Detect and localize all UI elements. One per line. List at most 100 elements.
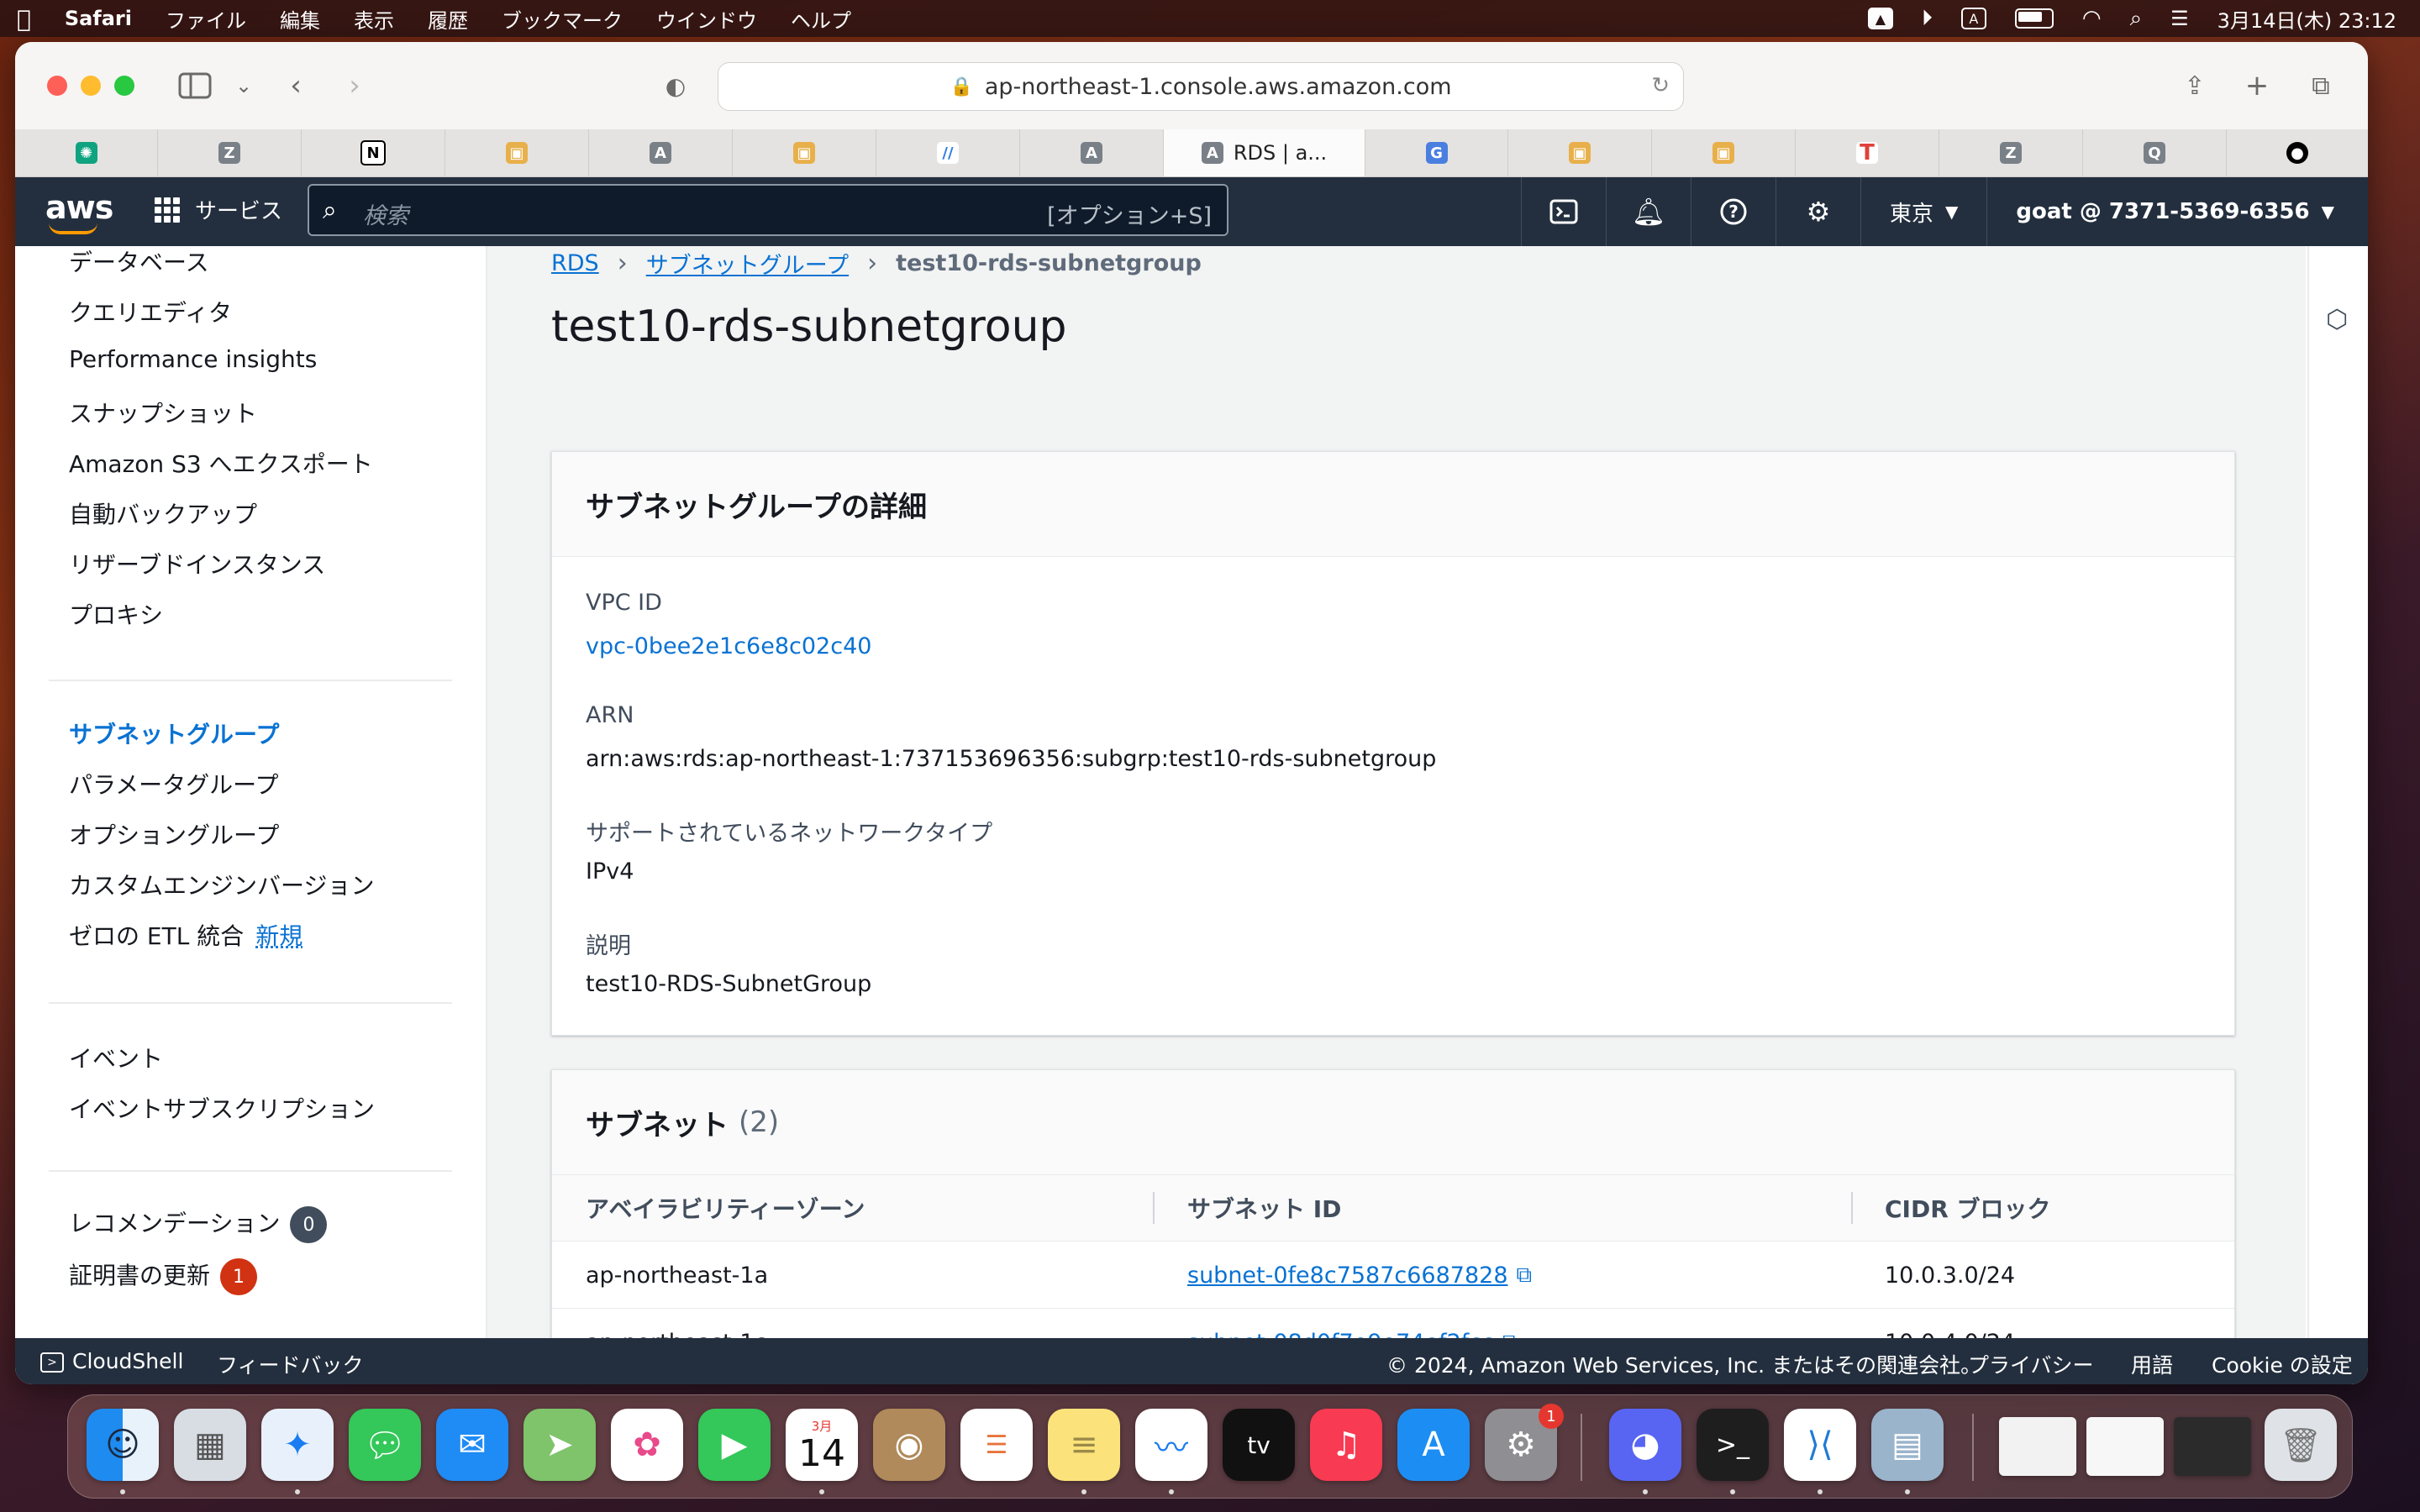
column-header-cidr[interactable]: CIDR ブロック xyxy=(1885,1175,2051,1241)
subnet-id-link[interactable]: subnet-0fe8c7587c6687828 xyxy=(1187,1263,1508,1289)
safari-icon[interactable]: ✦ xyxy=(261,1409,334,1481)
sidebar-item-custom-engine-versions[interactable]: カスタムエンジンバージョン xyxy=(69,868,374,901)
tab-github[interactable]: ● xyxy=(2227,129,2368,176)
settings-gear-icon[interactable]: ⚙ xyxy=(1775,177,1860,246)
sidebar-item-recommendations[interactable]: レコメンデーション 0 xyxy=(69,1205,328,1243)
tab-translate[interactable]: G xyxy=(1365,129,1508,176)
battery-icon[interactable] xyxy=(2014,8,2054,29)
photos-icon[interactable]: ✿ xyxy=(611,1409,683,1481)
apple-icon[interactable]:  xyxy=(0,5,48,33)
sidebar-item-performance-insights[interactable]: Performance insights xyxy=(69,345,317,373)
music-icon[interactable]: ♫ xyxy=(1310,1409,1382,1481)
close-window-button[interactable] xyxy=(47,76,67,96)
aws-logo[interactable]: aws xyxy=(45,189,113,226)
external-link-icon[interactable]: ⧉ xyxy=(1517,1263,1533,1289)
footer-privacy[interactable]: プライバシー xyxy=(1968,1349,2094,1379)
finder-icon[interactable]: ☺ xyxy=(87,1409,159,1481)
region-selector[interactable]: 東京 ▼ xyxy=(1860,177,1986,246)
messages-icon[interactable]: 💬︎ xyxy=(349,1409,421,1481)
tab-t[interactable]: T xyxy=(1796,129,1939,176)
tab-overview-icon[interactable]: ⧉ xyxy=(2302,67,2339,104)
system-settings-icon[interactable]: ⚙ 1 xyxy=(1485,1404,1564,1481)
launchpad-icon[interactable]: ▦ xyxy=(174,1409,246,1481)
minimized-window-thumbnail[interactable] xyxy=(2086,1417,2164,1476)
menu-help[interactable]: ヘルプ xyxy=(774,4,868,34)
notifications-bell-icon[interactable]: 🔔︎ xyxy=(1605,177,1691,246)
sidebar-item-subnet-groups[interactable]: サブネットグループ xyxy=(69,717,279,750)
sidebar-item-zero-etl[interactable]: ゼロの ETL 統合 新規 xyxy=(69,918,302,952)
maps-icon[interactable]: ➤ xyxy=(523,1409,596,1481)
mail-icon[interactable]: ✉ xyxy=(436,1409,508,1481)
subnet-id-link[interactable]: subnet-08d0f7e9e74ef2fcc xyxy=(1187,1330,1494,1339)
contacts-icon[interactable]: ◉ xyxy=(873,1409,945,1481)
footer-cloudshell[interactable]: > CloudShell xyxy=(40,1349,183,1373)
sidebar-item-databases[interactable]: データベース xyxy=(69,244,209,278)
discord-icon[interactable]: ◕ xyxy=(1609,1409,1681,1481)
breadcrumb-subnet-groups[interactable]: サブネットグループ xyxy=(646,247,849,280)
spotlight-search-icon[interactable]: ⌕ xyxy=(2130,6,2143,32)
tab-notion[interactable]: N xyxy=(302,129,445,176)
sidebar-item-parameter-groups[interactable]: パラメータグループ xyxy=(69,767,278,801)
menu-edit[interactable]: 編集 xyxy=(263,4,337,34)
sidebar-item-proxies[interactable]: プロキシ xyxy=(69,597,163,631)
share-icon[interactable]: ⇪ xyxy=(2176,67,2213,104)
info-panel-icon[interactable]: ⬡ xyxy=(2326,305,2348,334)
tab-q[interactable]: Q xyxy=(2083,129,2227,176)
zoom-window-button[interactable] xyxy=(114,76,134,96)
status-app-icon[interactable]: ▲ xyxy=(1867,8,1893,29)
menu-app-safari[interactable]: Safari xyxy=(48,7,149,30)
terminal-icon[interactable]: >_ xyxy=(1697,1409,1769,1481)
chevron-down-icon[interactable]: ⌄ xyxy=(225,67,262,104)
sidebar-item-reserved-instances[interactable]: リザーブドインスタンス xyxy=(69,547,325,580)
sidebar-item-option-groups[interactable]: オプショングループ xyxy=(69,817,279,851)
tab-box2[interactable]: ▣ xyxy=(733,129,876,176)
calendar-icon[interactable]: 3月 14 xyxy=(786,1409,858,1481)
app-store-icon[interactable]: A xyxy=(1397,1409,1470,1481)
external-link-icon[interactable]: ⧉ xyxy=(1502,1330,1518,1339)
tab-z1[interactable]: Z xyxy=(158,129,302,176)
menu-file[interactable]: ファイル xyxy=(149,4,263,34)
help-icon[interactable]: ? xyxy=(1690,177,1776,246)
column-header-az[interactable]: アベイラビリティーゾーン xyxy=(586,1175,865,1241)
new-tab-icon[interactable]: + xyxy=(2238,67,2275,104)
sidebar-item-snapshots[interactable]: スナップショット xyxy=(69,396,257,429)
minimize-window-button[interactable] xyxy=(81,76,101,96)
tab-chatgpt[interactable]: ✺ xyxy=(15,129,158,176)
menu-view[interactable]: 表示 xyxy=(337,4,411,34)
apple-tv-icon[interactable]: tv xyxy=(1223,1409,1295,1481)
back-button[interactable]: ‹ xyxy=(277,67,314,104)
control-center-icon[interactable]: ☰ xyxy=(2170,7,2189,30)
menu-bookmarks[interactable]: ブックマーク xyxy=(485,4,639,34)
tab-box4[interactable]: ▣ xyxy=(1652,129,1796,176)
aws-search-input[interactable]: ⌕ 検索 [オプション+S] xyxy=(308,184,1228,236)
tab-box1[interactable]: ▣ xyxy=(445,129,589,176)
sidebar-item-certificate-update[interactable]: 証明書の更新 1 xyxy=(69,1257,258,1295)
facetime-icon[interactable]: ▶ xyxy=(698,1409,771,1481)
privacy-shield-icon[interactable]: ◐ xyxy=(657,67,694,104)
footer-feedback[interactable]: フィードバック xyxy=(217,1349,364,1379)
menubar-datetime[interactable]: 3月14日(木) 23:12 xyxy=(2217,4,2396,34)
vscode-icon[interactable]: ⟩⟨ xyxy=(1784,1409,1856,1481)
sidebar-item-events[interactable]: イベント xyxy=(69,1041,163,1074)
reload-icon[interactable]: ↻ xyxy=(1651,73,1670,98)
forward-button[interactable]: › xyxy=(336,67,373,104)
reminders-icon[interactable]: ☰ xyxy=(960,1409,1033,1481)
sidebar-item-event-subscriptions[interactable]: イベントサブスクリプション xyxy=(69,1091,375,1125)
notes-icon[interactable]: ≡ xyxy=(1048,1409,1120,1481)
address-bar[interactable]: 🔒 ap-northeast-1.console.aws.amazon.com … xyxy=(718,62,1684,111)
sidebar-item-query-editor[interactable]: クエリエディタ xyxy=(69,295,232,328)
tab-z2[interactable]: Z xyxy=(1939,129,2083,176)
cloudshell-icon[interactable] xyxy=(1520,177,1606,246)
tab-rds[interactable]: A RDS | a... xyxy=(1164,129,1365,176)
play-status-icon[interactable]: ⏵ xyxy=(1922,6,1933,32)
sidebar-item-s3-export[interactable]: Amazon S3 へエクスポート xyxy=(69,446,373,480)
breadcrumb-rds[interactable]: RDS xyxy=(551,250,599,276)
account-menu[interactable]: goat @ 7371-5369-6356 ▼ xyxy=(1986,177,2334,246)
wifi-icon[interactable]: ◠ xyxy=(2082,6,2102,31)
minimized-window-thumbnail[interactable] xyxy=(2174,1417,2251,1476)
footer-terms[interactable]: 用語 xyxy=(2131,1349,2173,1379)
sidebar-toggle-icon[interactable] xyxy=(176,67,213,104)
tab-a1[interactable]: A xyxy=(589,129,733,176)
tab-box3[interactable]: ▣ xyxy=(1508,129,1652,176)
trash-icon[interactable]: 🗑︎ xyxy=(2265,1409,2337,1481)
